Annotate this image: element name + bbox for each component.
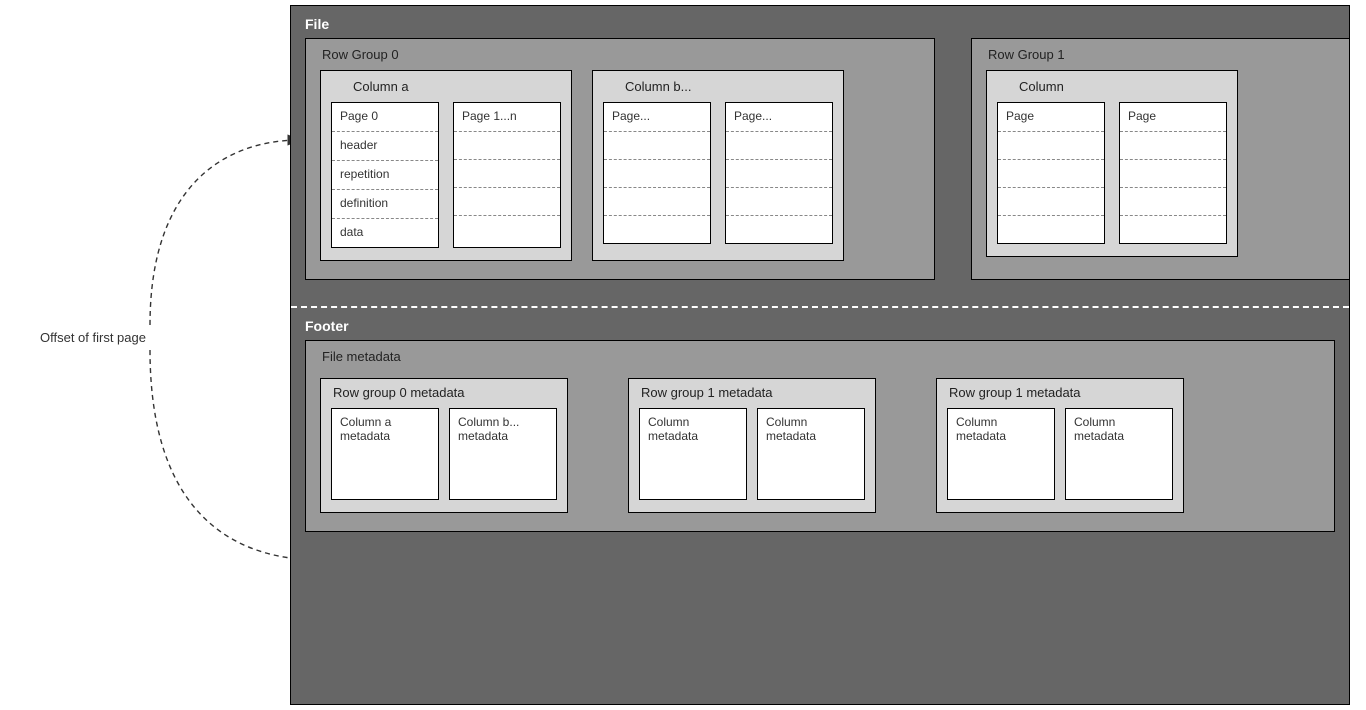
page-segment-definition: definition bbox=[332, 189, 438, 218]
row-group-metadata-title: Row group 1 metadata bbox=[639, 383, 865, 408]
page-title: Page... bbox=[604, 103, 710, 131]
page-segment bbox=[454, 131, 560, 159]
page-segment bbox=[998, 215, 1104, 243]
page-segment-data: data bbox=[332, 218, 438, 247]
column-a-metadata: Column a metadata bbox=[331, 408, 439, 500]
file-metadata-title: File metadata bbox=[320, 345, 1320, 378]
page-title: Page 1...n bbox=[454, 103, 560, 131]
footer-label: Footer bbox=[291, 308, 1349, 340]
column-title: Column b... bbox=[603, 77, 833, 102]
page-segment bbox=[998, 131, 1104, 159]
row-group-1-metadata: Row group 1 metadata Column metadata Col… bbox=[628, 378, 876, 513]
row-group-metadata-title: Row group 1 metadata bbox=[947, 383, 1173, 408]
page-segment bbox=[604, 131, 710, 159]
column-b-metadata: Column b... metadata bbox=[449, 408, 557, 500]
file-metadata: File metadata Row group 0 metadata Colum… bbox=[305, 340, 1335, 532]
row-group-metadata-title: Row group 0 metadata bbox=[331, 383, 557, 408]
page-segment bbox=[454, 215, 560, 243]
page-segment bbox=[604, 187, 710, 215]
page-segment bbox=[454, 187, 560, 215]
page-title: Page bbox=[998, 103, 1104, 131]
column-metadata: Column metadata bbox=[757, 408, 865, 500]
column-b: Column b... Page... Page... bbox=[592, 70, 844, 261]
page-title: Page 0 bbox=[332, 103, 438, 131]
pages-row: Page Page bbox=[997, 102, 1227, 244]
file-body: Row Group 0 Column a Page 0 header repet… bbox=[291, 38, 1349, 288]
footer-body: File metadata Row group 0 metadata Colum… bbox=[291, 340, 1349, 548]
column-metadata-row: Column a metadata Column b... metadata bbox=[331, 408, 557, 500]
column: Column Page Page bbox=[986, 70, 1238, 257]
column-metadata-row: Column metadata Column metadata bbox=[947, 408, 1173, 500]
page-segment bbox=[604, 215, 710, 243]
page-segment bbox=[1120, 215, 1226, 243]
page: Page... bbox=[603, 102, 711, 244]
row-group-0-metadata: Row group 0 metadata Column a metadata C… bbox=[320, 378, 568, 513]
page-segment bbox=[726, 159, 832, 187]
page-segment bbox=[998, 187, 1104, 215]
page-segment-header: header bbox=[332, 131, 438, 160]
page-segment bbox=[604, 159, 710, 187]
page-segment bbox=[1120, 131, 1226, 159]
page-segment bbox=[726, 187, 832, 215]
pages-row: Page 0 header repetition definition data… bbox=[331, 102, 561, 248]
page-segment bbox=[726, 131, 832, 159]
page: Page bbox=[997, 102, 1105, 244]
offset-annotation: Offset of first page bbox=[40, 330, 200, 345]
pages-row: Page... Page... bbox=[603, 102, 833, 244]
page-segment bbox=[1120, 187, 1226, 215]
column-metadata: Column metadata bbox=[639, 408, 747, 500]
column-metadata-row: Column metadata Column metadata bbox=[639, 408, 865, 500]
page-segment bbox=[998, 159, 1104, 187]
page-segment bbox=[726, 215, 832, 243]
page-segment-repetition: repetition bbox=[332, 160, 438, 189]
file-label: File bbox=[291, 6, 1349, 38]
column-metadata: Column metadata bbox=[947, 408, 1055, 500]
columns-row: Column Page Page bbox=[986, 70, 1336, 257]
page-segment bbox=[454, 159, 560, 187]
page-1n: Page 1...n bbox=[453, 102, 561, 248]
page-title: Page bbox=[1120, 103, 1226, 131]
metadata-row: Row group 0 metadata Column a metadata C… bbox=[320, 378, 1320, 513]
row-group-title: Row Group 0 bbox=[320, 43, 920, 70]
row-group-title: Row Group 1 bbox=[986, 43, 1336, 70]
row-group-1: Row Group 1 Column Page bbox=[971, 38, 1349, 280]
row-group-1-metadata-dup: Row group 1 metadata Column metadata Col… bbox=[936, 378, 1184, 513]
page-0: Page 0 header repetition definition data bbox=[331, 102, 439, 248]
column-a: Column a Page 0 header repetition defini… bbox=[320, 70, 572, 261]
page-title: Page... bbox=[726, 103, 832, 131]
columns-row: Column a Page 0 header repetition defini… bbox=[320, 70, 920, 261]
page: Page... bbox=[725, 102, 833, 244]
column-title: Column a bbox=[331, 77, 561, 102]
column-title: Column bbox=[997, 77, 1227, 102]
page-segment bbox=[1120, 159, 1226, 187]
row-group-0: Row Group 0 Column a Page 0 header repet… bbox=[305, 38, 935, 280]
diagram-canvas: Offset of first page File Row Group 0 Co… bbox=[0, 0, 1366, 710]
page: Page bbox=[1119, 102, 1227, 244]
file-container: File Row Group 0 Column a Page 0 header … bbox=[290, 5, 1350, 705]
column-metadata: Column metadata bbox=[1065, 408, 1173, 500]
